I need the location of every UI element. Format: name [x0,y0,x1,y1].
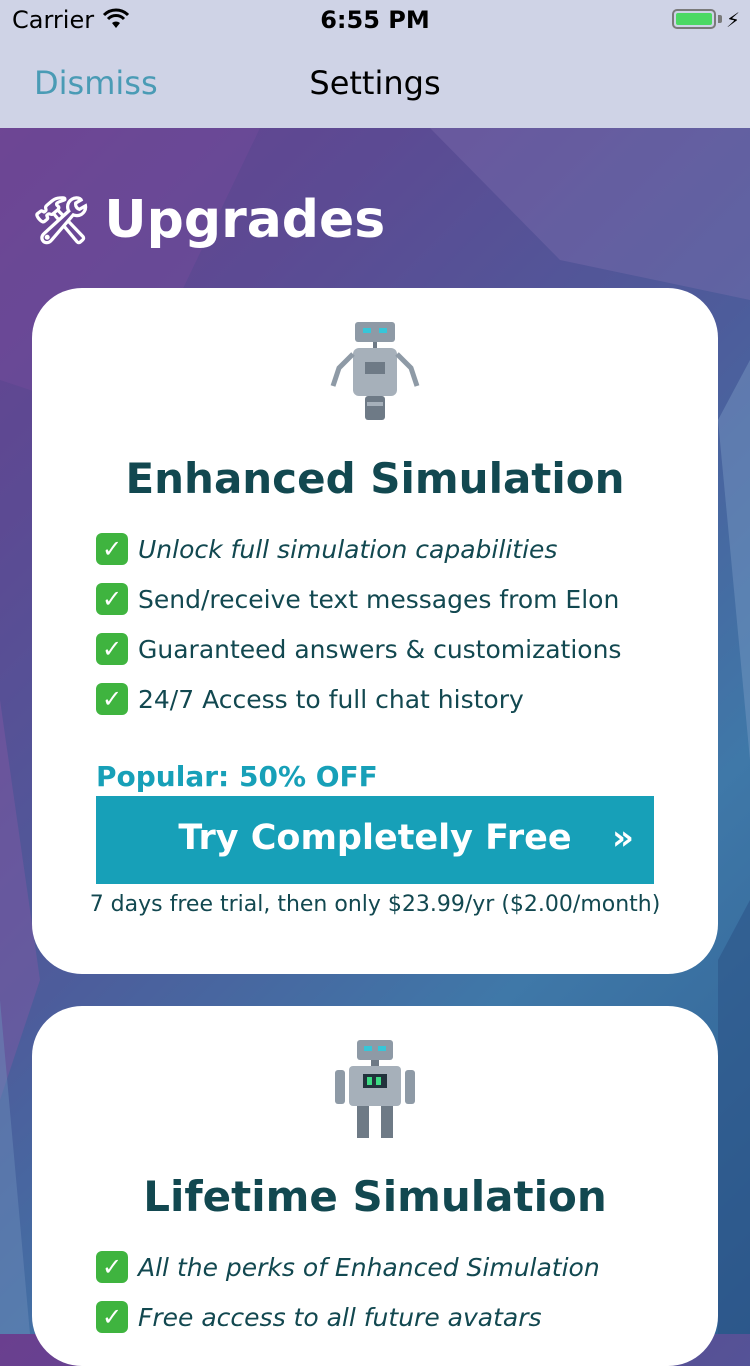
feature-text: Free access to all future avatars [138,1302,542,1332]
check-icon: ✓ [96,1251,128,1283]
try-free-button[interactable]: Try Completely Free » [96,796,654,884]
list-item: ✓ All the perks of Enhanced Simulation [96,1242,600,1292]
list-item: ✓ Send/receive text messages from Elon [96,574,621,624]
battery-icon [672,9,716,29]
try-free-button-label: Try Completely Free [178,818,572,858]
trial-terms: 7 days free trial, then only $23.99/yr (… [89,892,661,917]
check-icon: ✓ [96,583,128,615]
list-item: ✓ Guaranteed answers & customizations [96,624,621,674]
promo-label: Popular: 50% OFF [96,760,378,793]
status-bar: Carrier 6:55 PM ⚡ [0,0,750,40]
chevron-right-icon: » [612,818,634,858]
list-item: ✓ Unlock full simulation capabilities [96,524,621,574]
feature-text: Guaranteed answers & customizations [138,634,622,664]
page-title: Settings [309,64,441,102]
card-title: Lifetime Simulation [143,1172,607,1221]
status-time: 6:55 PM [320,6,430,34]
robot-icon [335,1040,415,1138]
lifetime-simulation-card: Lifetime Simulation ✓ All the perks of E… [32,1006,718,1366]
feature-text: Send/receive text messages from Elon [138,584,620,614]
check-icon: ✓ [96,683,128,715]
feature-text: All the perks of Enhanced Simulation [138,1252,600,1282]
robot-icon [330,322,420,420]
feature-text: Unlock full simulation capabilities [138,534,558,564]
feature-list: ✓ Unlock full simulation capabilities ✓ … [96,524,621,724]
navigation-bar: Dismiss Settings [0,40,750,128]
list-item: ✓ Free access to all future avatars [96,1292,600,1342]
feature-text: 24/7 Access to full chat history [138,684,524,714]
check-icon: ✓ [96,533,128,565]
tools-icon: 🛠 [32,192,91,247]
list-item: ✓ 24/7 Access to full chat history [96,674,621,724]
check-icon: ✓ [96,633,128,665]
battery-tip [718,15,722,23]
feature-list: ✓ All the perks of Enhanced Simulation ✓… [96,1242,600,1342]
section-header: 🛠 Upgrades [32,190,385,250]
card-title: Enhanced Simulation [125,454,625,503]
bolt-icon: ⚡ [725,8,740,32]
check-icon: ✓ [96,1301,128,1333]
enhanced-simulation-card: Enhanced Simulation ✓ Unlock full simula… [32,288,718,974]
section-title: Upgrades [104,190,386,250]
